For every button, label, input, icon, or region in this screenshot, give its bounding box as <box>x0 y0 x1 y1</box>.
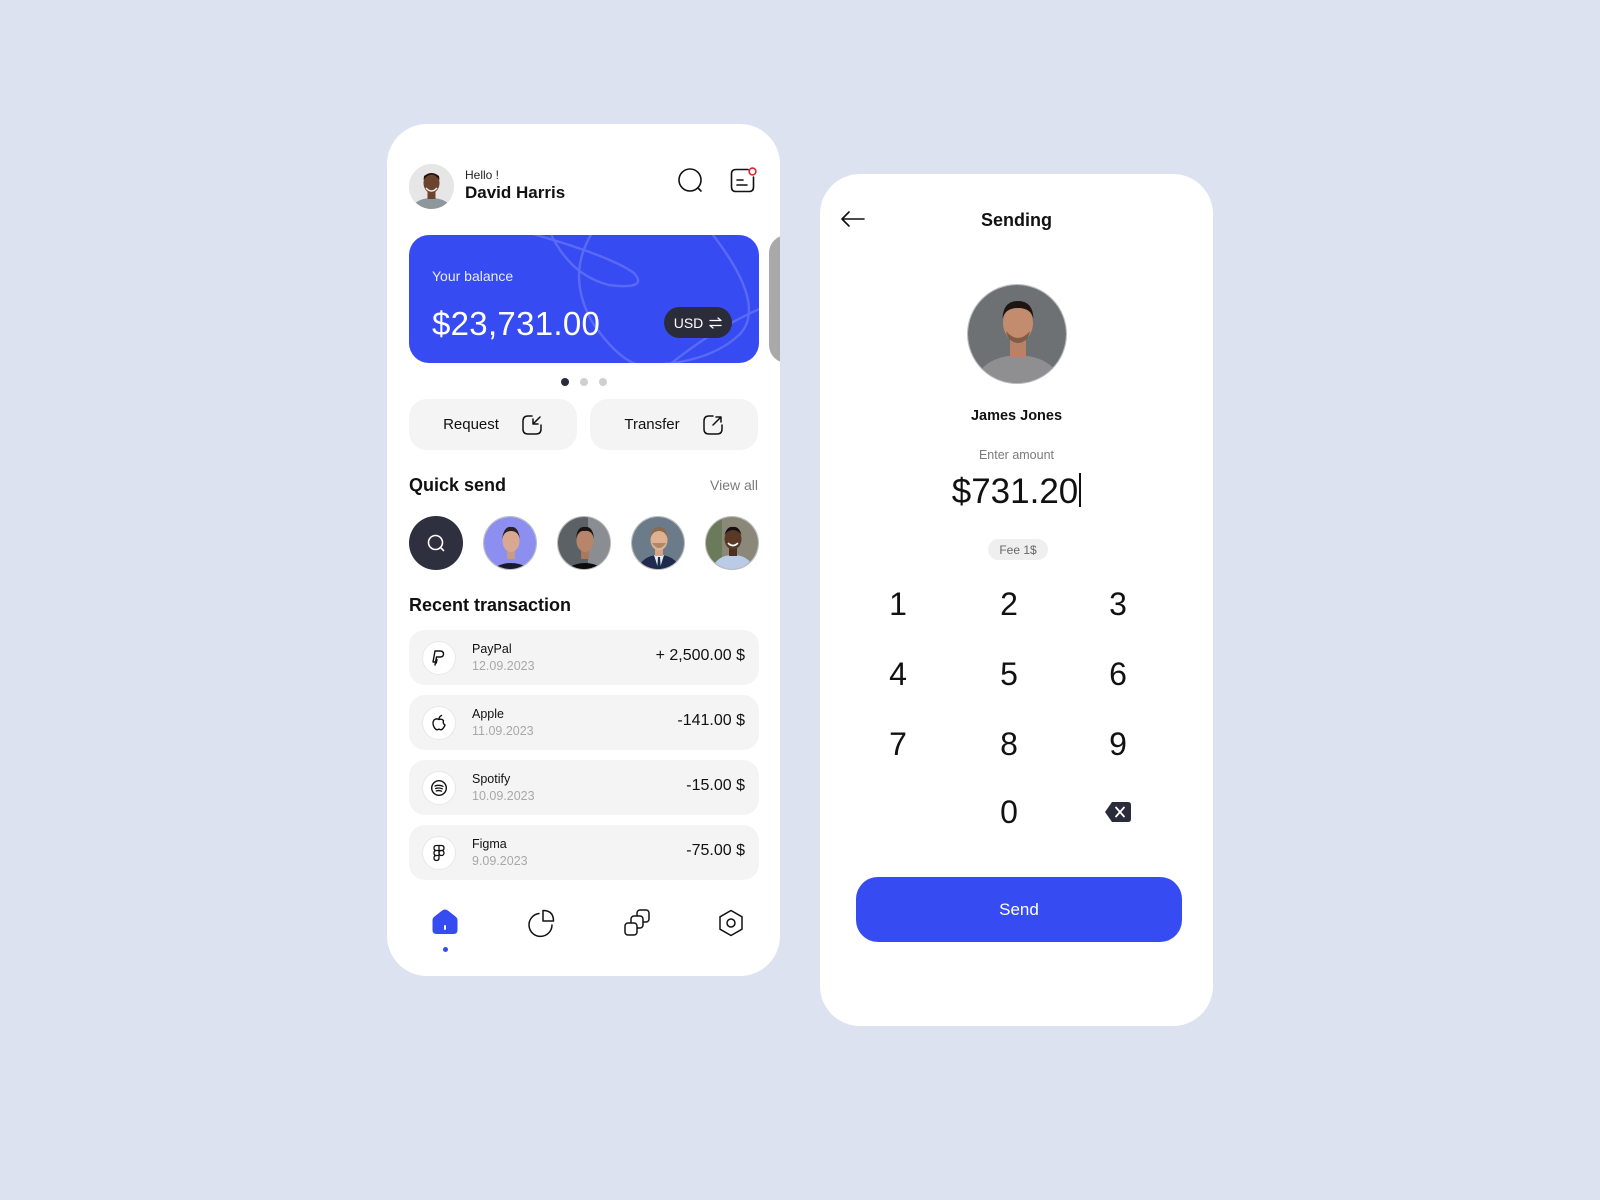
transaction-date: 10.09.2023 <box>472 789 535 803</box>
next-card-preview[interactable] <box>769 235 780 363</box>
pie-chart-icon <box>528 909 555 938</box>
bottom-navigation <box>387 908 780 952</box>
quick-send-title: Quick send <box>409 475 507 495</box>
transaction-amount: -75.00 $ <box>686 842 745 859</box>
carousel-dot-2[interactable] <box>579 378 588 386</box>
transaction-row[interactable]: Apple 11.09.2023 -141.00 $ <box>409 695 759 750</box>
transfer-arrow-icon <box>702 414 723 435</box>
balance-label: Your balance <box>432 268 514 284</box>
home-screen: Hello ! David Harris Your balance $23,73… <box>387 124 780 976</box>
request-label: Request <box>443 416 499 433</box>
transaction-row[interactable]: PayPal 12.09.2023 + 2,500.00 $ <box>409 630 759 685</box>
amount-value: $731.20 <box>951 472 1079 511</box>
nav-settings[interactable] <box>714 908 748 942</box>
backspace-key[interactable] <box>1078 787 1158 837</box>
screen-title: Sending <box>981 210 1052 230</box>
key-1[interactable]: 1 <box>858 579 938 629</box>
currency-selector[interactable]: USD <box>664 307 732 338</box>
transaction-name: Apple <box>472 707 504 721</box>
nav-cards[interactable] <box>620 908 654 942</box>
search-icon <box>427 534 445 552</box>
transaction-row[interactable]: Spotify 10.09.2023 -15.00 $ <box>409 760 759 815</box>
transaction-amount: -141.00 $ <box>677 712 745 729</box>
balance-card[interactable]: Your balance $23,731.00 USD <box>409 235 759 363</box>
spotify-icon <box>422 771 456 805</box>
key-3[interactable]: 3 <box>1078 579 1158 629</box>
paypal-icon <box>422 641 456 675</box>
nav-active-indicator <box>443 947 448 952</box>
key-0[interactable]: 0 <box>969 787 1049 837</box>
transaction-date: 12.09.2023 <box>472 659 535 673</box>
transfer-button[interactable]: Transfer <box>590 399 758 450</box>
greeting-text: Hello ! <box>465 168 500 182</box>
transfer-label: Transfer <box>624 416 680 433</box>
card-decoration <box>532 235 759 363</box>
key-2[interactable]: 2 <box>969 579 1049 629</box>
transaction-name: PayPal <box>472 642 512 656</box>
key-9[interactable]: 9 <box>1078 719 1158 769</box>
user-name: David Harris <box>465 183 566 202</box>
enter-amount-label: Enter amount <box>978 448 1055 462</box>
user-avatar[interactable] <box>409 164 454 209</box>
request-arrow-icon <box>522 414 542 435</box>
backspace-icon <box>1105 802 1131 822</box>
quick-send-search-button[interactable] <box>409 516 463 570</box>
recipient-name: James Jones <box>970 408 1063 424</box>
quick-send-contact-3[interactable] <box>631 516 685 570</box>
quick-send-row <box>409 516 759 570</box>
fee-badge: Fee 1$ <box>988 539 1048 560</box>
settings-icon <box>719 909 743 937</box>
transaction-name: Figma <box>472 837 507 851</box>
message-icon[interactable] <box>728 166 758 196</box>
transaction-date: 9.09.2023 <box>472 854 528 868</box>
view-all-link[interactable]: View all <box>710 477 758 493</box>
recent-transactions-title: Recent transaction <box>409 595 572 615</box>
key-4[interactable]: 4 <box>858 649 938 699</box>
key-6[interactable]: 6 <box>1078 649 1158 699</box>
send-button[interactable]: Send <box>856 877 1182 942</box>
transaction-list: PayPal 12.09.2023 + 2,500.00 $ Apple 11.… <box>409 630 759 890</box>
quick-send-contact-4[interactable] <box>705 516 759 570</box>
quick-send-contact-1[interactable] <box>483 516 537 570</box>
sending-screen: Sending James Jones Enter amount $731.20… <box>820 174 1213 1026</box>
key-8[interactable]: 8 <box>969 719 1049 769</box>
transaction-name: Spotify <box>472 772 511 786</box>
request-button[interactable]: Request <box>409 399 577 450</box>
carousel-dot-3[interactable] <box>598 378 607 386</box>
home-icon <box>432 909 458 934</box>
carousel-dots <box>387 378 780 386</box>
transaction-amount: + 2,500.00 $ <box>655 647 745 664</box>
key-5[interactable]: 5 <box>969 649 1049 699</box>
key-7[interactable]: 7 <box>858 719 938 769</box>
nav-home[interactable] <box>428 908 462 952</box>
carousel-dot-1[interactable] <box>560 378 569 386</box>
nav-analytics[interactable] <box>524 908 558 942</box>
home-header: Hello ! David Harris <box>409 164 758 210</box>
apple-icon <box>422 706 456 740</box>
search-icon[interactable] <box>676 166 706 196</box>
transaction-date: 11.09.2023 <box>472 724 534 738</box>
quick-send-contact-2[interactable] <box>557 516 611 570</box>
swap-icon <box>709 316 722 329</box>
balance-value: $23,731.00 <box>432 305 601 342</box>
currency-label: USD <box>673 314 704 331</box>
cards-icon <box>624 909 650 936</box>
figma-icon <box>422 836 456 870</box>
transaction-row[interactable]: Figma 9.09.2023 -75.00 $ <box>409 825 759 880</box>
transaction-amount: -15.00 $ <box>686 777 745 794</box>
recipient-avatar <box>967 284 1067 384</box>
amount-input[interactable]: $731.20 <box>820 472 1213 512</box>
text-caret <box>1079 473 1082 507</box>
